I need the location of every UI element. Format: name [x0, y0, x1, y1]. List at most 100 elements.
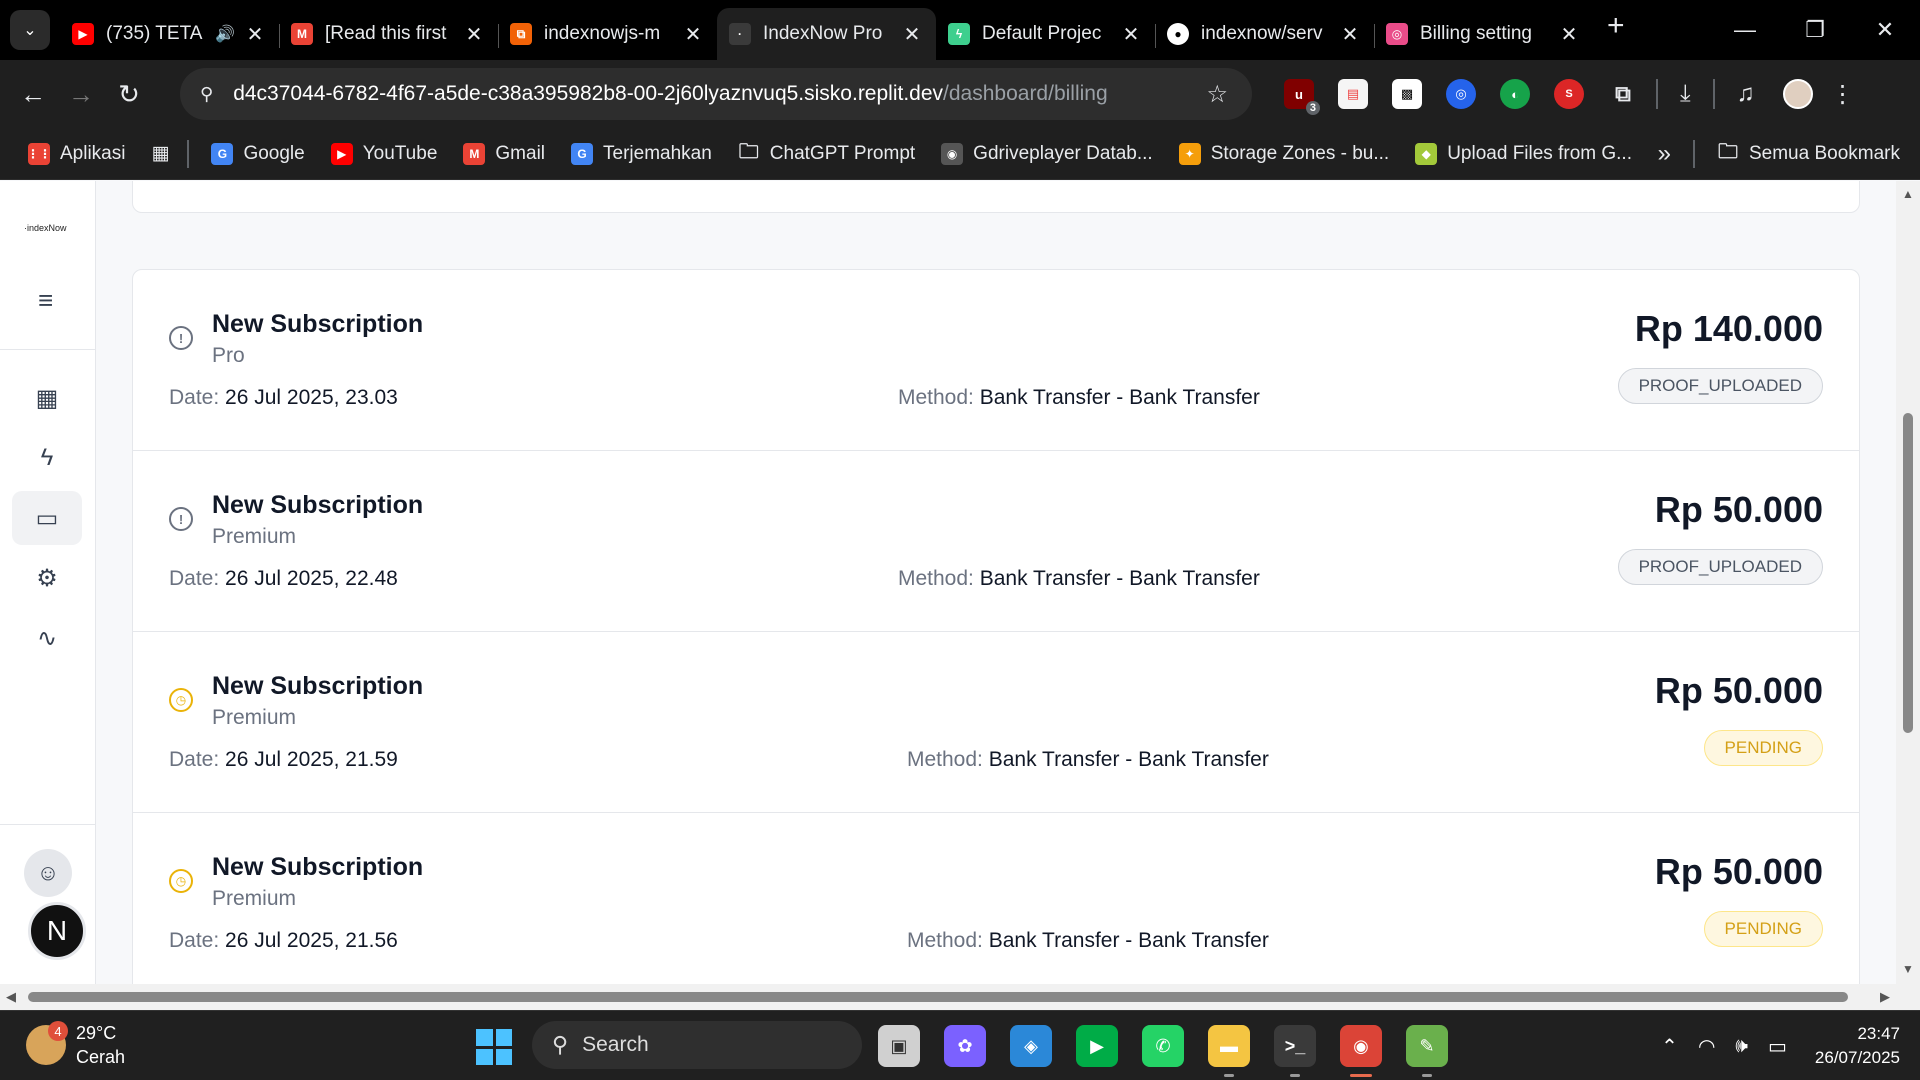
- media-control-icon[interactable]: ♫: [1737, 80, 1755, 108]
- volume-icon[interactable]: 🕪: [1735, 1035, 1748, 1058]
- tab-close-icon[interactable]: ✕: [1557, 22, 1581, 47]
- whatsapp-icon[interactable]: ✆: [1142, 1025, 1184, 1067]
- task-view-icon[interactable]: ▣: [878, 1025, 920, 1067]
- apps-launcher-icon[interactable]: ▦: [151, 142, 169, 165]
- site-info-icon[interactable]: ⚲: [200, 84, 213, 105]
- copilot-icon[interactable]: ✿: [944, 1025, 986, 1067]
- notes-extension-icon[interactable]: ▤: [1338, 79, 1368, 109]
- bookmark-item[interactable]: ⋮⋮ Aplikasi: [27, 142, 125, 165]
- vertical-scrollbar[interactable]: ▲ ▼: [1896, 181, 1920, 984]
- bookmark-item[interactable]: ▶ YouTube: [330, 142, 437, 165]
- running-indicator: [1350, 1074, 1372, 1077]
- notepad-icon[interactable]: ✎: [1406, 1025, 1448, 1077]
- terminal-icon[interactable]: >_: [1274, 1025, 1316, 1077]
- tab-close-icon[interactable]: ✕: [1338, 22, 1362, 47]
- app-sidebar: ·indexNow ≡ ▦ ϟ ▭ ⚙ ∿ ☺ N: [0, 181, 96, 984]
- chrome-menu-icon[interactable]: ⋮: [1831, 80, 1855, 109]
- tab-audio-icon[interactable]: 🔊: [215, 24, 235, 44]
- all-bookmarks-button[interactable]: 🗀 Semua Bookmark: [1717, 141, 1900, 165]
- horizontal-scroll-thumb[interactable]: [28, 992, 1848, 1002]
- apps-grid-icon: ⋮⋮: [27, 142, 51, 165]
- translate-icon: G: [571, 142, 594, 165]
- bookmarks-divider: [187, 139, 190, 168]
- bookmark-item[interactable]: ◉ Gdriveplayer Datab...: [941, 142, 1153, 165]
- browser-tab[interactable]: ⧉ indexnowjs-m ✕: [498, 8, 717, 60]
- tab-close-icon[interactable]: ✕: [681, 22, 705, 47]
- transaction-title: New Subscription: [212, 491, 424, 519]
- address-bar[interactable]: ⚲ d4c37044-6782-4f67-a5de-c38a395982b8-0…: [180, 68, 1252, 120]
- status-badge: PENDING: [1703, 730, 1823, 766]
- browser-tab[interactable]: · IndexNow Pro ✕: [717, 8, 936, 60]
- transaction-plan: Premium: [212, 706, 297, 729]
- weather-cloud-icon: 4: [26, 1021, 68, 1065]
- weather-widget[interactable]: 4 29°C Cerah: [26, 1021, 125, 1069]
- method-value: Bank Transfer - Bank Transfer: [988, 929, 1269, 952]
- sidebar-item[interactable]: ∿: [12, 611, 82, 665]
- sidebar-item[interactable]: ▭: [12, 491, 82, 545]
- browser-tab[interactable]: ▶ (735) TETA 🔊 ✕: [60, 8, 279, 60]
- user-initial-avatar[interactable]: N: [28, 902, 86, 960]
- back-arrow-icon[interactable]: ←: [10, 71, 56, 117]
- browser-tab[interactable]: M [Read this first ✕: [279, 8, 498, 60]
- transaction-amount: Rp 50.000: [1654, 851, 1823, 892]
- restore-icon[interactable]: ❐: [1780, 0, 1850, 60]
- close-window-icon[interactable]: ✕: [1850, 0, 1920, 60]
- bookmarks-overflow-chevron[interactable]: »: [1658, 140, 1671, 168]
- colorzilla-extension-icon[interactable]: ◐: [1500, 79, 1530, 109]
- reload-icon[interactable]: ↻: [106, 71, 152, 117]
- new-tab-plus-icon[interactable]: +: [1607, 9, 1625, 43]
- user-profile-icon[interactable]: ☺: [24, 849, 72, 897]
- clock[interactable]: 23:47 26/07/2025: [1815, 1022, 1900, 1070]
- chrome-icon[interactable]: ◉: [1340, 1025, 1382, 1077]
- bookmark-item[interactable]: G Terjemahkan: [571, 142, 712, 165]
- sidebar-item[interactable]: ⚙: [12, 551, 82, 605]
- settings-gear-icon: ⚙: [36, 564, 58, 592]
- sidebar-item[interactable]: ▦: [12, 371, 82, 425]
- tab-close-icon[interactable]: ✕: [900, 22, 924, 47]
- profile-avatar[interactable]: [1782, 79, 1813, 109]
- google-meet-icon[interactable]: ▶: [1076, 1025, 1118, 1067]
- forward-arrow-icon[interactable]: →: [58, 71, 104, 117]
- bookmark-item[interactable]: 🗀 ChatGPT Prompt: [738, 141, 915, 165]
- bookmark-item[interactable]: M Gmail: [463, 142, 545, 165]
- taskbar-search[interactable]: ⚲ Search: [532, 1021, 862, 1069]
- scroll-right-arrow-icon[interactable]: ▶: [1880, 989, 1890, 1005]
- bookmark-star-icon[interactable]: ☆: [1206, 80, 1228, 109]
- minimize-icon[interactable]: —: [1710, 0, 1780, 60]
- m365-icon[interactable]: ◈: [1010, 1025, 1052, 1067]
- windows-start-icon[interactable]: [476, 1029, 512, 1065]
- vpn-extension-icon[interactable]: ◎: [1446, 79, 1476, 109]
- method-value: Bank Transfer - Bank Transfer: [979, 386, 1260, 409]
- bookmark-label: Terjemahkan: [603, 142, 712, 164]
- browser-tab[interactable]: ϟ Default Projec ✕: [936, 8, 1155, 60]
- extensions-puzzle-icon[interactable]: ⧉: [1608, 79, 1638, 109]
- file-explorer-icon[interactable]: ▬: [1208, 1025, 1250, 1077]
- horizontal-scrollbar[interactable]: ◀ ▶: [0, 984, 1920, 1010]
- bookmark-item[interactable]: ✦ Storage Zones - bu...: [1178, 142, 1389, 165]
- tab-close-icon[interactable]: ✕: [1119, 22, 1143, 47]
- wifi-icon[interactable]: ◠: [1698, 1034, 1715, 1059]
- bookmark-item[interactable]: G Google: [211, 142, 305, 165]
- browser-tab[interactable]: ● indexnow/serv ✕: [1155, 8, 1374, 60]
- battery-icon[interactable]: ▭: [1768, 1034, 1787, 1059]
- running-indicator: [1290, 1074, 1300, 1077]
- scroll-left-arrow-icon[interactable]: ◀: [6, 989, 16, 1005]
- qr-code-extension-icon[interactable]: ▩: [1392, 79, 1422, 109]
- scroll-down-arrow-icon[interactable]: ▼: [1902, 962, 1914, 976]
- tab-search-chevron-icon[interactable]: ⌄: [10, 10, 50, 50]
- tab-close-icon[interactable]: ✕: [243, 22, 267, 47]
- ublock-extension-icon[interactable]: u3: [1284, 79, 1320, 115]
- transaction-plan: Pro: [212, 344, 245, 367]
- tab-close-icon[interactable]: ✕: [462, 22, 486, 47]
- scroll-up-arrow-icon[interactable]: ▲: [1902, 187, 1914, 201]
- hamburger-menu-icon[interactable]: ≡: [38, 285, 53, 316]
- bookmark-item[interactable]: ◆ Upload Files from G...: [1415, 142, 1632, 165]
- sidebar-item[interactable]: ϟ: [12, 431, 82, 485]
- vertical-scroll-thumb[interactable]: [1903, 413, 1913, 733]
- download-icon[interactable]: ⤓: [1680, 80, 1691, 108]
- url-host: d4c37044-6782-4f67-a5de-c38a395982b8-00-…: [233, 82, 944, 105]
- tray-chevron-up-icon[interactable]: ⌃: [1661, 1034, 1678, 1059]
- seo-extension-icon[interactable]: S: [1554, 79, 1584, 109]
- browser-tab[interactable]: ◎ Billing setting ✕: [1374, 8, 1593, 60]
- globe-icon: ◉: [941, 142, 964, 165]
